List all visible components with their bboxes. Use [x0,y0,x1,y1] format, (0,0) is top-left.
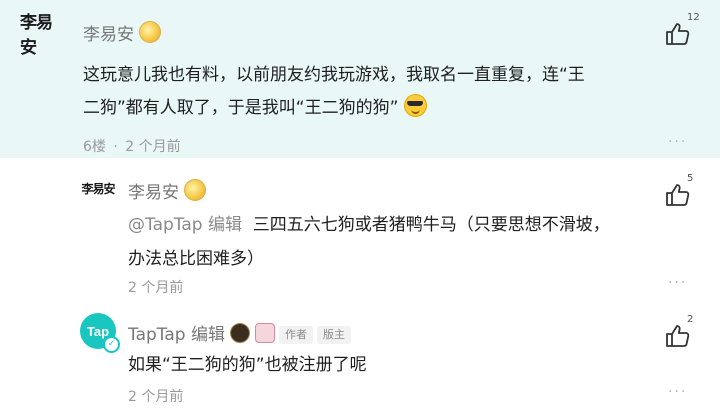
fan-badge-icon [184,179,206,201]
avatar[interactable]: 李易安 [20,13,66,58]
thumbs-up-icon [666,184,690,206]
like-count: 5 [687,173,694,184]
reply-text: @TapTap 编辑 三四五六七狗或者猪鸭牛马（只要思想不滑坡， 办法总比困难多… [128,208,688,276]
thumbs-up-icon [666,325,690,347]
medal-icon [229,323,250,343]
like-button[interactable]: 12 [665,12,705,52]
mention-link[interactable]: @TapTap 编辑 [128,215,242,235]
meta-separator: · [113,139,118,155]
more-options-button[interactable]: ··· [668,384,687,400]
comment-text-line: 这玩意儿我也有料，以前朋友约我玩游戏，我取名一直重复，连“王 [83,65,585,85]
comment-text-line: 二狗”都有人取了，于是我叫“王二狗的狗” [83,92,703,125]
badge-icon [254,323,275,343]
reply-text-line: @TapTap 编辑 三四五六七狗或者猪鸭牛马（只要思想不滑坡， [128,208,688,242]
like-count: 12 [687,12,700,23]
reply-text-line-2: 办法总比困难多） [128,249,264,269]
author-name[interactable]: 李易安 [83,20,161,45]
like-count: 2 [687,314,694,325]
comment-text: 这玩意儿我也有料，以前朋友约我玩游戏，我取名一直重复，连“王 二狗”都有人取了，… [83,59,703,125]
author-name-text: 李易安 [83,25,134,45]
reply-like-button[interactable]: 2 [665,314,705,354]
comment-meta: 6楼 · 2 个月前 [83,136,181,156]
reply-text: 如果“王二狗的狗”也被注册了呢 [128,355,367,375]
reply-avatar[interactable]: 李易安 [78,174,118,202]
reply-like-button[interactable]: 5 [665,173,705,213]
moderator-tag: 版主 [316,326,351,344]
fan-badge-icon [139,21,161,43]
more-options-button[interactable]: ··· [668,275,687,291]
reply-author-name[interactable]: TapTap 编辑 作者 版主 [128,320,351,345]
author-tag: 作者 [278,326,313,344]
floor-number: 6楼 [83,139,106,155]
reply-timestamp: 2 个月前 [128,389,184,405]
sunglasses-emoji-icon [404,94,428,117]
timestamp: 2 个月前 [125,139,181,155]
reply-text-line-1: 三四五六七狗或者猪鸭牛马（只要思想不滑坡， [252,215,610,235]
thumbs-up-icon [666,23,690,45]
reply-timestamp: 2 个月前 [128,280,184,296]
reply-author-name-text: TapTap 编辑 [128,325,225,345]
more-options-button[interactable]: ··· [668,134,687,150]
reply-author-name[interactable]: 李易安 [128,178,206,203]
verified-icon: ✓ [103,336,120,353]
comment-text-line-2: 二狗”都有人取了，于是我叫“王二狗的狗” [83,98,399,118]
reply-author-name-text: 李易安 [128,183,179,203]
